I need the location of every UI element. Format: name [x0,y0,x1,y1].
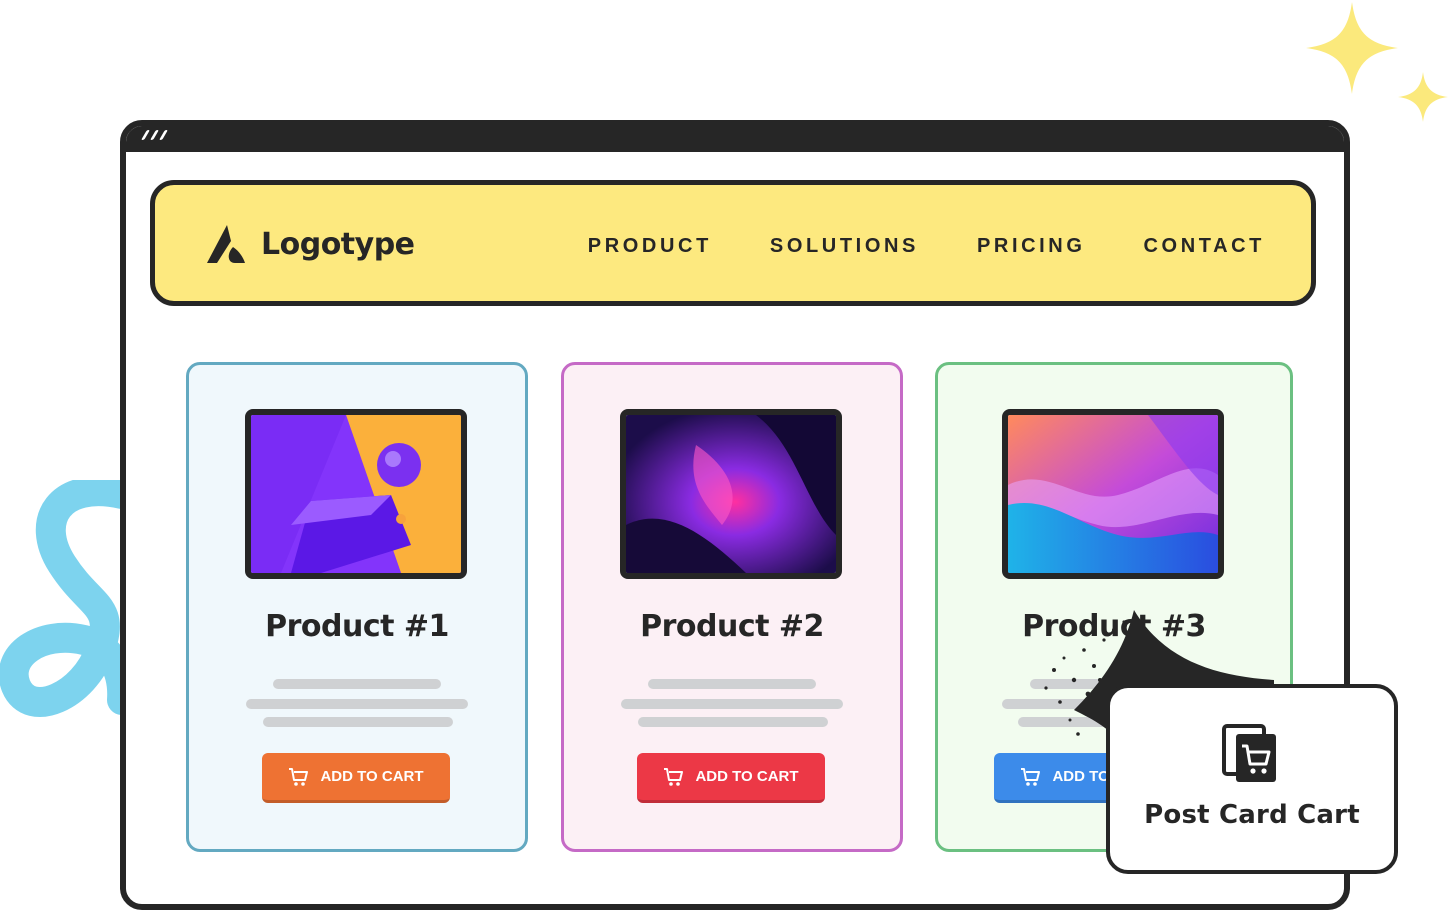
cart-icon [1021,767,1041,786]
product-artwork [251,415,461,573]
add-to-cart-label: ADD TO CART [320,768,424,785]
window-dot [159,130,168,140]
product-image-2[interactable] [620,409,842,579]
window-dot [141,130,150,140]
description-placeholder [648,679,816,689]
window-titlebar [126,126,1344,152]
logo-text: Logotype [261,226,415,262]
logo-icon [207,225,245,263]
add-to-cart-button-2[interactable]: ADD TO CART [637,753,825,803]
product-title-2: Product #2 [640,609,824,644]
site-logo[interactable]: Logotype [205,223,415,265]
popup-label: Post Card Cart [1144,800,1360,830]
cart-icon [289,767,309,786]
nav-menu: PRODUCT SOLUTIONS PRICING CONTACT [588,235,1265,258]
product-artwork [1008,415,1218,573]
sparkle-small-icon [1398,72,1448,122]
nav-solutions[interactable]: SOLUTIONS [770,235,919,258]
window-controls[interactable] [141,130,168,140]
product-title-1: Product #1 [265,609,449,644]
nav-product[interactable]: PRODUCT [588,235,712,258]
product-card-1[interactable]: Product #1 ADD TO CART [186,362,528,852]
add-to-cart-button-1[interactable]: ADD TO CART [262,753,450,803]
squiggle-decoration [0,480,130,717]
description-placeholder [263,717,453,727]
cart-icon [664,767,684,786]
site-navbar: Logotype PRODUCT SOLUTIONS PRICING CONTA… [150,180,1316,306]
product-image-3[interactable] [1002,409,1224,579]
description-placeholder [621,699,843,709]
cart-card-icon [1222,724,1276,782]
description-placeholder [638,717,828,727]
description-placeholder [246,699,468,709]
add-to-cart-label: ADD TO CART [695,768,799,785]
sparkle-large-icon [1306,2,1398,94]
nav-pricing[interactable]: PRICING [977,235,1086,258]
description-placeholder [273,679,441,689]
nav-contact[interactable]: CONTACT [1144,235,1265,258]
window-dot [150,130,159,140]
product-artwork [626,415,836,573]
product-card-2[interactable]: Product #2 ADD TO CART [561,362,903,852]
cart-popup-card[interactable]: Post Card Cart [1106,684,1398,874]
product-image-1[interactable] [245,409,467,579]
